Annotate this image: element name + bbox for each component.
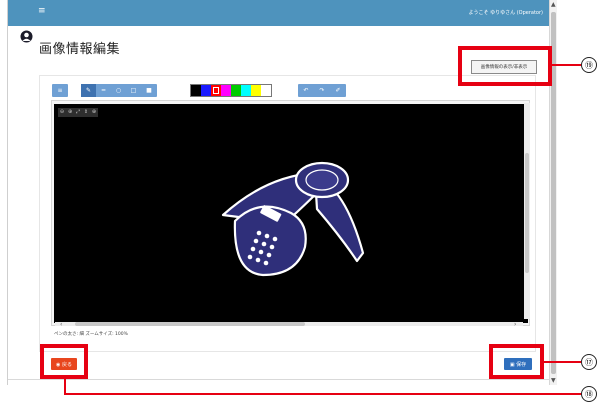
list-icon: ≡ <box>57 87 63 94</box>
callout-number-19: ⑲ <box>581 57 597 73</box>
pencil-tool-icon[interactable]: ✎ <box>81 84 96 97</box>
color-swatch[interactable] <box>211 85 221 96</box>
color-palette <box>190 84 272 97</box>
user-avatar-icon[interactable] <box>20 30 33 43</box>
callout-leader-17 <box>544 361 581 363</box>
pan-icon[interactable]: ⇕ <box>84 108 88 117</box>
scroll-right-icon[interactable]: › <box>514 321 516 328</box>
canvas-horizontal-scrollbar-thumb[interactable] <box>75 322 305 326</box>
undo-icon[interactable]: ↶ <box>298 84 314 97</box>
history-toolbar: ↶ ↷ ✐ <box>298 84 346 97</box>
scroll-left-icon[interactable]: ‹ <box>60 321 62 328</box>
status-text: ペンの太さ: 細 ズームサイズ: 100% <box>54 332 128 337</box>
callout-box-17 <box>489 344 544 379</box>
color-swatch[interactable] <box>221 85 231 96</box>
color-swatch[interactable] <box>251 85 261 96</box>
filled-rectangle-tool-icon[interactable]: ■ <box>141 84 157 97</box>
color-swatch[interactable] <box>241 85 251 96</box>
callout-number-18: ⑱ <box>581 386 597 402</box>
zoom-reset-icon[interactable]: ⊕ <box>92 108 96 117</box>
zoom-toolbar: ⊖ ⊕ ⤢ ⇕ ⊕ <box>58 108 98 117</box>
scroll-up-icon[interactable]: ▲ <box>551 1 556 8</box>
circle-tool-icon[interactable]: ○ <box>111 84 126 97</box>
clear-icon[interactable]: ✐ <box>330 84 346 97</box>
callout-leader-19 <box>552 64 581 66</box>
draw-toolbar: ✎ ━ ○ □ ■ <box>81 84 157 97</box>
color-swatch[interactable] <box>201 85 211 96</box>
canvas-horizontal-scrollbar[interactable] <box>55 322 523 326</box>
callout-box-19 <box>458 46 552 86</box>
bottom-divider <box>8 379 549 380</box>
conference-phone-image <box>221 161 365 277</box>
line-tool-icon[interactable]: ━ <box>96 84 111 97</box>
rectangle-tool-icon[interactable]: □ <box>126 84 141 97</box>
zoom-in-icon[interactable]: ⊕ <box>68 108 72 117</box>
header-bar: ≡ ようこそ ゆりゆさん (Operator) <box>8 0 549 26</box>
page-title: 画像情報編集 <box>39 42 121 57</box>
callout-number-17: ⑰ <box>581 354 597 370</box>
redo-icon[interactable]: ↷ <box>314 84 330 97</box>
callout-leader-18-horizontal <box>64 393 582 395</box>
canvas-vertical-scrollbar-thumb[interactable] <box>525 153 529 273</box>
canvas-vertical-scrollbar[interactable] <box>524 103 530 319</box>
callout-box-18 <box>40 344 88 379</box>
fit-icon[interactable]: ⤢ <box>76 108 80 117</box>
color-swatch[interactable] <box>231 85 241 96</box>
menu-icon[interactable]: ≡ <box>38 6 46 16</box>
list-button[interactable]: ≡ <box>52 84 68 97</box>
zoom-out-icon[interactable]: ⊖ <box>60 108 64 117</box>
scroll-down-icon[interactable]: ▼ <box>551 377 556 384</box>
color-swatch[interactable] <box>191 85 201 96</box>
color-swatch[interactable] <box>261 85 271 96</box>
welcome-text: ようこそ ゆりゆさん (Operator) <box>468 10 543 16</box>
